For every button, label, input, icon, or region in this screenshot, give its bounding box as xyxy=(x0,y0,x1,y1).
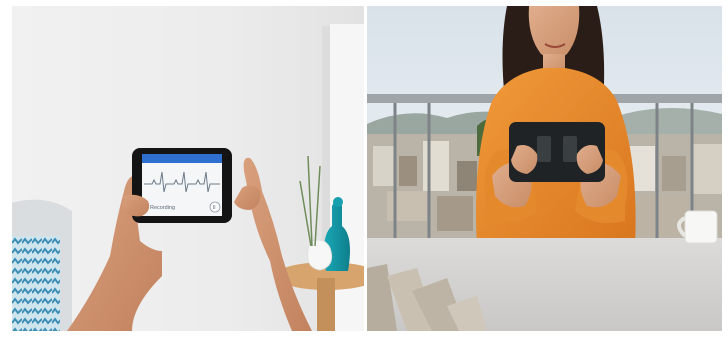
patterned-cushion xyxy=(12,236,60,331)
white-mug xyxy=(677,210,718,244)
left-photo: Recording II xyxy=(12,6,364,331)
right-photo-scene xyxy=(367,6,722,331)
left-photo-scene: Recording II xyxy=(12,6,364,331)
sensor-pad-left xyxy=(537,136,551,162)
sensor-pad-right xyxy=(563,136,577,162)
app-status-label: Recording xyxy=(150,205,175,211)
screen-header-bar xyxy=(142,154,222,163)
right-photo xyxy=(367,6,722,331)
phone-screen: Recording II xyxy=(142,154,222,216)
pause-icon: II xyxy=(213,205,217,211)
